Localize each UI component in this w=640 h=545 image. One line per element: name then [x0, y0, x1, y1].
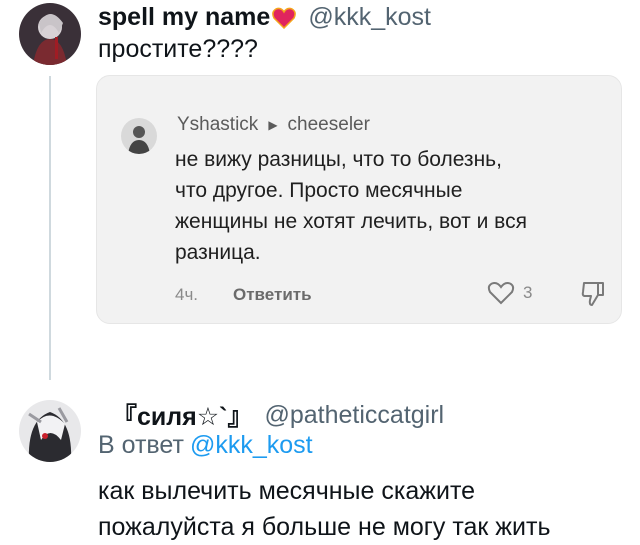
avatar[interactable] — [19, 400, 81, 462]
handle[interactable]: @kkk_kost — [308, 3, 431, 32]
reply-context: В ответ @kkk_kost — [98, 431, 313, 460]
post-header: spell my name @kkk_kost — [98, 3, 431, 32]
display-name[interactable]: 『силя☆`』 — [112, 397, 252, 433]
display-name[interactable]: spell my name — [98, 3, 270, 32]
reply-text: как вылечить месячные скажите пожалуйста… — [98, 473, 550, 545]
comment-time: 4ч. — [175, 285, 199, 304]
reply-line: как вылечить месячные скажите — [98, 477, 476, 505]
mention-link[interactable]: @kkk_kost — [190, 431, 313, 459]
comment-line: не вижу разницы, что то болезнь, — [175, 148, 502, 171]
like-count: 3 — [523, 283, 533, 302]
reply-header: 『силя☆`』 @patheticcatgirl — [112, 397, 444, 433]
comment-line: что другое. Просто месячные — [175, 179, 463, 202]
like-button[interactable]: 3 — [487, 281, 532, 305]
thumbs-down-icon — [581, 282, 604, 306]
comment-header: Yshastick ▶ cheeseler — [177, 114, 370, 136]
post-text: простите???? — [98, 35, 258, 63]
avatar[interactable] — [19, 3, 81, 65]
reply-line: пожалуйста я больше не могу так жить — [98, 513, 551, 541]
comment-author[interactable]: Yshastick — [177, 114, 258, 136]
heart-outline-icon — [487, 281, 515, 305]
comment-reply-to[interactable]: cheeseler — [288, 114, 370, 136]
heart-emoji-icon — [272, 7, 297, 29]
dislike-button[interactable] — [581, 281, 605, 312]
triangle-right-icon: ▶ — [268, 118, 278, 132]
tweet-thread: spell my name @kkk_kost простите???? Ysh… — [0, 0, 640, 545]
comment-text: не вижу разницы, что то болезнь, что дру… — [175, 144, 527, 268]
reply-prefix: В ответ — [98, 431, 184, 459]
comment-line: разница. — [175, 241, 261, 264]
comment-footer: 4ч. Ответить 3 — [97, 281, 621, 311]
handle[interactable]: @patheticcatgirl — [264, 401, 444, 430]
comment-line: женщины не хотят лечить, вот и вся — [175, 210, 527, 233]
quoted-comment-card[interactable]: Yshastick ▶ cheeseler не вижу разницы, ч… — [96, 75, 622, 324]
thread-line — [49, 76, 51, 380]
comment-avatar — [121, 118, 157, 154]
comment-reply-button[interactable]: Ответить — [233, 285, 312, 305]
